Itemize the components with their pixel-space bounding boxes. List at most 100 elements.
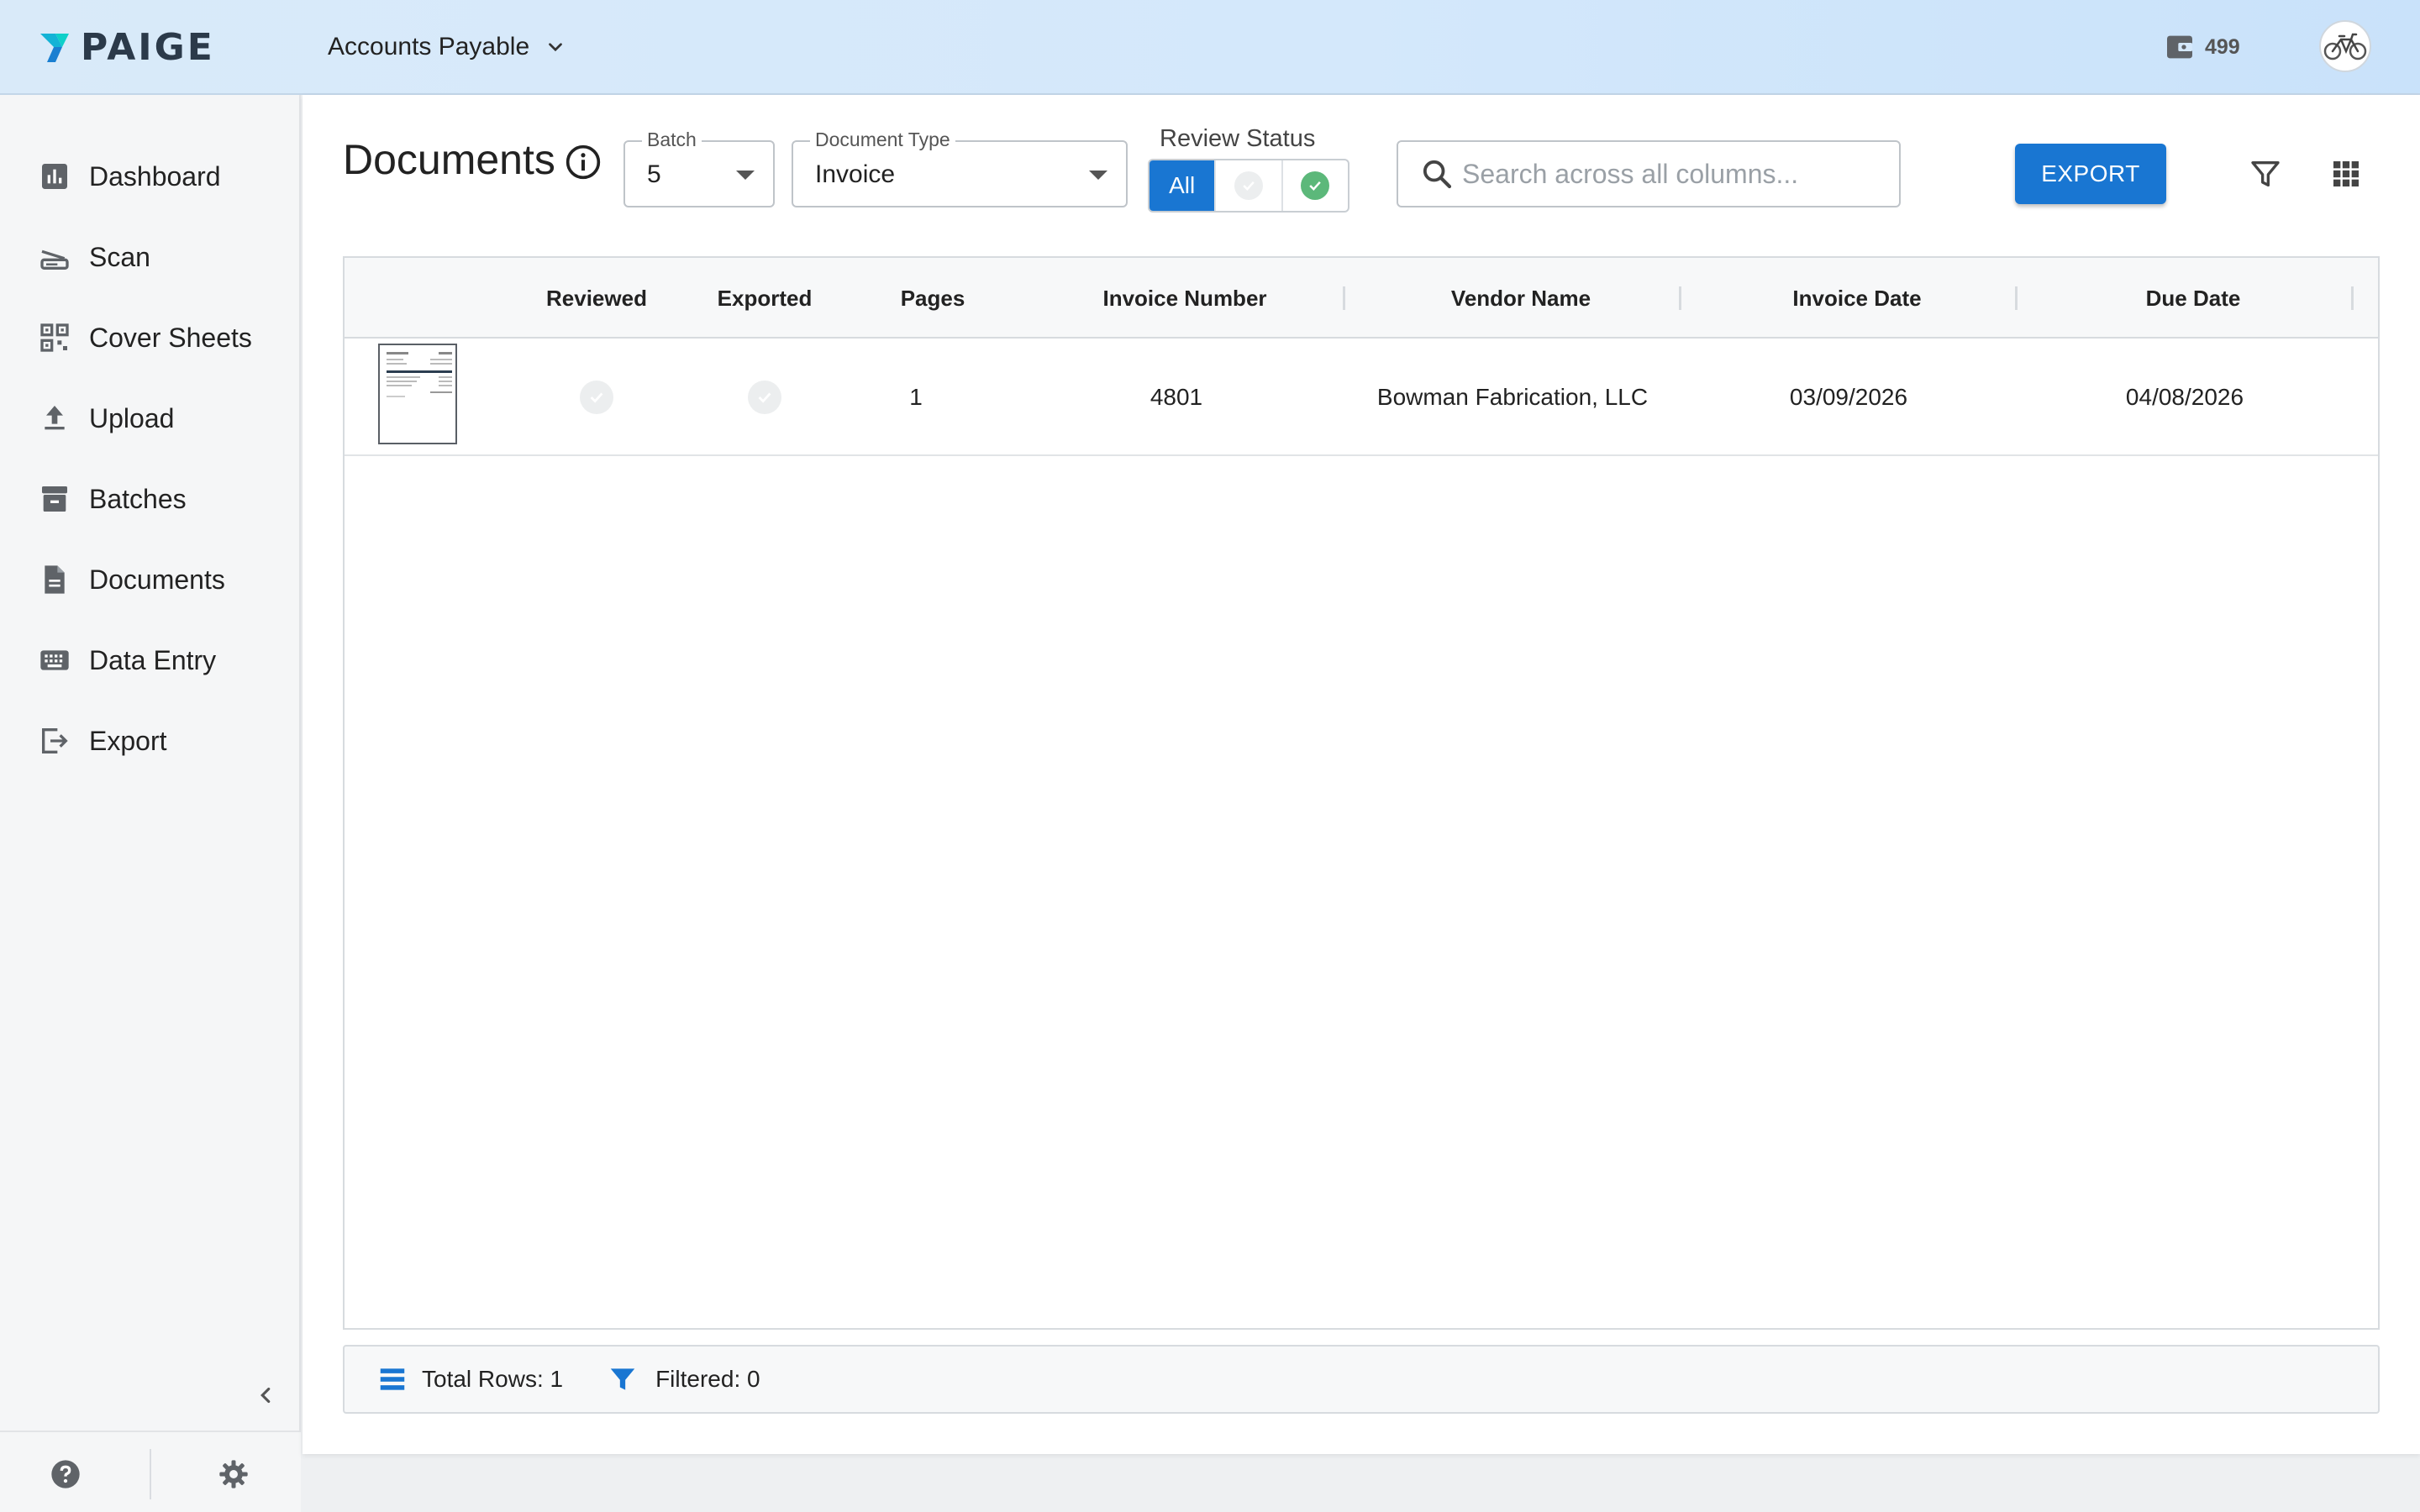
column-header-pages[interactable]: Pages bbox=[849, 258, 1017, 339]
info-icon[interactable] bbox=[565, 144, 602, 181]
sidebar-item-label: Batches bbox=[89, 483, 187, 514]
filter-icon bbox=[610, 1368, 635, 1390]
search-icon bbox=[1423, 160, 1452, 189]
sidebar-item-label: Export bbox=[89, 725, 167, 756]
sidebar-item-upload[interactable]: Upload bbox=[0, 385, 301, 452]
sidebar-item-cover-sheets[interactable]: Cover Sheets bbox=[0, 304, 301, 371]
column-header-exported[interactable]: Exported bbox=[681, 258, 849, 339]
sidebar-item-batches[interactable]: Batches bbox=[0, 465, 301, 533]
invoice-number-cell: 4801 bbox=[1150, 384, 1203, 410]
grid-view-button[interactable] bbox=[2328, 155, 2365, 192]
documents-table: Reviewed Exported Pages Invoice Number V… bbox=[343, 256, 2380, 1330]
footer-divider bbox=[150, 1449, 151, 1499]
filtered-indicator: Filtered: 0 bbox=[607, 1363, 760, 1395]
column-resize-handle[interactable] bbox=[1343, 286, 1345, 310]
export-button[interactable]: EXPORT bbox=[2015, 144, 2166, 204]
sidebar-item-label: Upload bbox=[89, 402, 175, 433]
chevron-down-icon bbox=[549, 43, 563, 52]
document-thumbnail[interactable] bbox=[378, 344, 457, 444]
chevron-left-icon bbox=[260, 1387, 271, 1404]
document-type-value: Invoice bbox=[815, 160, 896, 188]
sidebar-item-label: Data Entry bbox=[89, 644, 217, 675]
not-exported-check-icon bbox=[748, 381, 781, 414]
review-status-unreviewed[interactable] bbox=[1216, 160, 1283, 211]
workspace-selector[interactable]: Accounts Payable bbox=[328, 29, 566, 66]
credits-indicator[interactable]: 499 bbox=[2163, 29, 2240, 66]
upload-icon bbox=[37, 401, 72, 436]
column-header-invoice-number[interactable]: Invoice Number bbox=[1017, 258, 1353, 339]
page-title: Documents bbox=[343, 136, 555, 183]
bicycle-icon bbox=[2323, 33, 2367, 60]
document-icon bbox=[37, 562, 72, 597]
document-type-label: Document Type bbox=[810, 129, 955, 151]
caret-down-icon bbox=[736, 171, 755, 180]
batch-value: 5 bbox=[647, 160, 661, 188]
review-status-toggle: All bbox=[1148, 159, 1349, 213]
keyboard-icon bbox=[37, 643, 72, 678]
sidebar-item-export[interactable]: Export bbox=[0, 707, 301, 774]
caret-down-icon bbox=[1089, 171, 1107, 180]
column-header-invoice-date[interactable]: Invoice Date bbox=[1689, 258, 2025, 339]
collapse-sidebar-button[interactable] bbox=[249, 1378, 282, 1412]
batch-select[interactable]: Batch 5 bbox=[623, 129, 775, 207]
sidebar-item-documents[interactable]: Documents bbox=[0, 546, 301, 613]
filter-button[interactable] bbox=[2247, 155, 2284, 192]
column-resize-handle[interactable] bbox=[1679, 286, 1681, 310]
sidebar-item-dashboard[interactable]: Dashboard bbox=[0, 143, 301, 210]
credits-count: 499 bbox=[2205, 34, 2240, 59]
column-resize-handle[interactable] bbox=[2015, 286, 2018, 310]
user-avatar[interactable] bbox=[2319, 20, 2371, 72]
filter-icon bbox=[2251, 161, 2280, 186]
table-row[interactable]: 1 4801 Bowman Fabrication, LLC 03/09/202… bbox=[345, 339, 2378, 456]
settings-button[interactable] bbox=[217, 1457, 250, 1491]
unreviewed-check-icon bbox=[580, 381, 613, 414]
export-icon bbox=[37, 723, 72, 759]
sidebar-item-data-entry[interactable]: Data Entry bbox=[0, 627, 301, 694]
table-header: Reviewed Exported Pages Invoice Number V… bbox=[345, 258, 2378, 339]
reviewed-check-icon bbox=[1301, 171, 1330, 200]
sidebar-item-label: Cover Sheets bbox=[89, 322, 252, 353]
review-status-reviewed[interactable] bbox=[1283, 160, 1348, 211]
sidebar-item-label: Scan bbox=[89, 241, 150, 272]
pages-cell: 1 bbox=[909, 384, 923, 410]
qr-code-icon bbox=[37, 320, 72, 355]
rows-icon bbox=[380, 1368, 405, 1390]
vendor-name-cell: Bowman Fabrication, LLC bbox=[1376, 384, 1649, 410]
review-status-label: Review Status bbox=[1160, 125, 1316, 152]
help-button[interactable] bbox=[49, 1457, 82, 1491]
document-type-select[interactable]: Document Type Invoice bbox=[792, 129, 1128, 207]
invoice-date-cell: 03/09/2026 bbox=[1789, 384, 1908, 410]
unreviewed-check-icon bbox=[1234, 171, 1263, 200]
wallet-icon bbox=[2167, 35, 2192, 59]
sidebar-footer bbox=[0, 1431, 301, 1512]
search-input[interactable] bbox=[1462, 158, 1899, 190]
gear-icon bbox=[219, 1460, 248, 1488]
exported-cell bbox=[681, 339, 849, 456]
brand-name: PAIGE bbox=[81, 25, 215, 69]
review-status-all[interactable]: All bbox=[1150, 160, 1217, 211]
documents-panel: Documents Batch 5 Document Type Invoice … bbox=[302, 95, 2420, 1454]
paige-logo[interactable]: PAIGE bbox=[37, 25, 215, 69]
search-field[interactable] bbox=[1397, 140, 1901, 207]
bar-chart-icon bbox=[37, 159, 72, 194]
total-rows-indicator: Total Rows: 1 bbox=[376, 1363, 563, 1395]
help-icon bbox=[51, 1460, 80, 1488]
total-rows-text: Total Rows: 1 bbox=[422, 1366, 564, 1392]
column-header-vendor-name[interactable]: Vendor Name bbox=[1353, 258, 1689, 339]
sidebar-item-scan[interactable]: Scan bbox=[0, 223, 301, 291]
column-resize-handle[interactable] bbox=[2351, 286, 2354, 310]
sidebar-item-label: Documents bbox=[89, 564, 225, 595]
top-bar: PAIGE Accounts Payable 499 bbox=[0, 0, 2420, 95]
reviewed-cell bbox=[513, 339, 681, 456]
workspace-label: Accounts Payable bbox=[328, 33, 530, 60]
filtered-text: Filtered: 0 bbox=[655, 1366, 760, 1392]
scanner-icon bbox=[37, 239, 72, 275]
column-header-due-date[interactable]: Due Date bbox=[2025, 258, 2361, 339]
grid-icon bbox=[2333, 161, 2359, 186]
archive-box-icon bbox=[37, 481, 72, 517]
column-header-reviewed[interactable]: Reviewed bbox=[513, 258, 681, 339]
sidebar-item-label: Dashboard bbox=[89, 160, 221, 192]
sidebar: Dashboard Scan Cover Sheets Upload Batch… bbox=[0, 95, 301, 1512]
due-date-cell: 04/08/2026 bbox=[2125, 384, 2244, 410]
batch-label: Batch bbox=[642, 129, 702, 151]
